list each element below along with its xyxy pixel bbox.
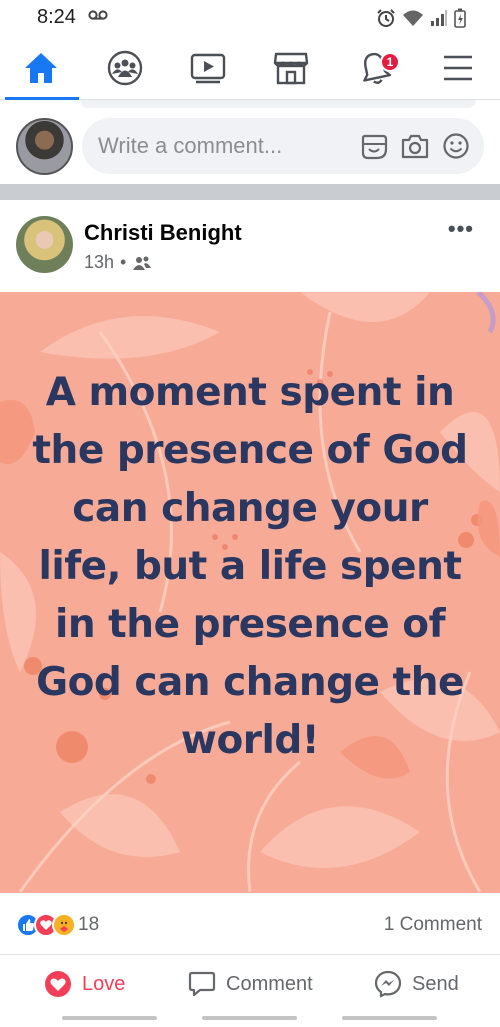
- comment-placeholder: Write a comment...: [98, 133, 283, 158]
- post-time[interactable]: 13h: [84, 252, 114, 273]
- love-label: Love: [82, 972, 126, 995]
- marketplace-store-icon: [273, 52, 309, 85]
- comment-composer: Write a comment...: [0, 110, 500, 184]
- post-header: Christi Benight 13h • •••: [0, 200, 500, 292]
- hamburger-menu-icon: [444, 55, 472, 81]
- tab-groups[interactable]: [92, 44, 158, 92]
- comment-bubble-icon: [188, 971, 216, 997]
- notification-badge: 1: [380, 52, 400, 72]
- alarm-icon: [377, 9, 395, 27]
- love-heart-icon: [45, 971, 71, 997]
- tab-home[interactable]: [8, 44, 74, 92]
- my-avatar[interactable]: [16, 118, 73, 175]
- home-icon: [25, 53, 57, 83]
- gesture-pill-center: [202, 1016, 297, 1020]
- more-options-icon[interactable]: •••: [448, 216, 474, 242]
- comment-label: Comment: [226, 972, 313, 995]
- comment-input[interactable]: Write a comment...: [82, 118, 484, 174]
- post-meta: 13h •: [84, 252, 152, 273]
- status-bar: 8:24: [0, 0, 500, 36]
- comment-count-link[interactable]: 1 Comment: [384, 914, 482, 936]
- battery-icon: [454, 8, 466, 28]
- voicemail-icon: [88, 10, 108, 20]
- post-image[interactable]: A moment spent in the presence of God ca…: [0, 292, 500, 893]
- tab-notifications[interactable]: 1: [342, 44, 408, 92]
- comment-button[interactable]: Comment: [188, 970, 313, 998]
- messenger-icon: [374, 970, 402, 998]
- meta-dot: •: [120, 252, 127, 272]
- tab-marketplace[interactable]: [258, 44, 324, 92]
- groups-icon: [107, 50, 143, 86]
- wifi-icon: [403, 10, 423, 26]
- active-tab-indicator: [5, 97, 79, 100]
- post-quote-text: A moment spent in the presence of God ca…: [32, 370, 468, 763]
- reactions-summary: 18 1 Comment: [0, 893, 500, 955]
- reaction-count: 18: [78, 914, 100, 935]
- tab-watch[interactable]: [175, 44, 241, 92]
- watch-video-icon: [190, 53, 226, 84]
- send-button[interactable]: Send: [374, 970, 459, 998]
- previous-comment-edge: [80, 100, 476, 108]
- system-gesture-bar: [0, 1012, 500, 1027]
- author-avatar[interactable]: [16, 216, 73, 273]
- camera-icon[interactable]: [400, 132, 430, 160]
- emoji-icon[interactable]: [442, 132, 470, 160]
- feed-separator: [0, 184, 500, 200]
- gesture-pill-left: [62, 1016, 157, 1020]
- friends-icon: [133, 256, 152, 270]
- gesture-pill-right: [342, 1016, 437, 1020]
- tab-menu[interactable]: [425, 44, 491, 92]
- send-label: Send: [412, 972, 459, 995]
- love-button[interactable]: Love: [44, 970, 125, 998]
- post-actions: Love Comment Send: [0, 956, 500, 1012]
- reaction-icons[interactable]: 18: [16, 913, 99, 937]
- signal-icon: [431, 10, 447, 26]
- clock: 8:24: [37, 6, 76, 28]
- care-reaction-icon: [52, 913, 76, 937]
- sticker-icon[interactable]: [360, 132, 388, 160]
- top-navigation: 1: [0, 36, 500, 100]
- author-name[interactable]: Christi Benight: [84, 220, 242, 246]
